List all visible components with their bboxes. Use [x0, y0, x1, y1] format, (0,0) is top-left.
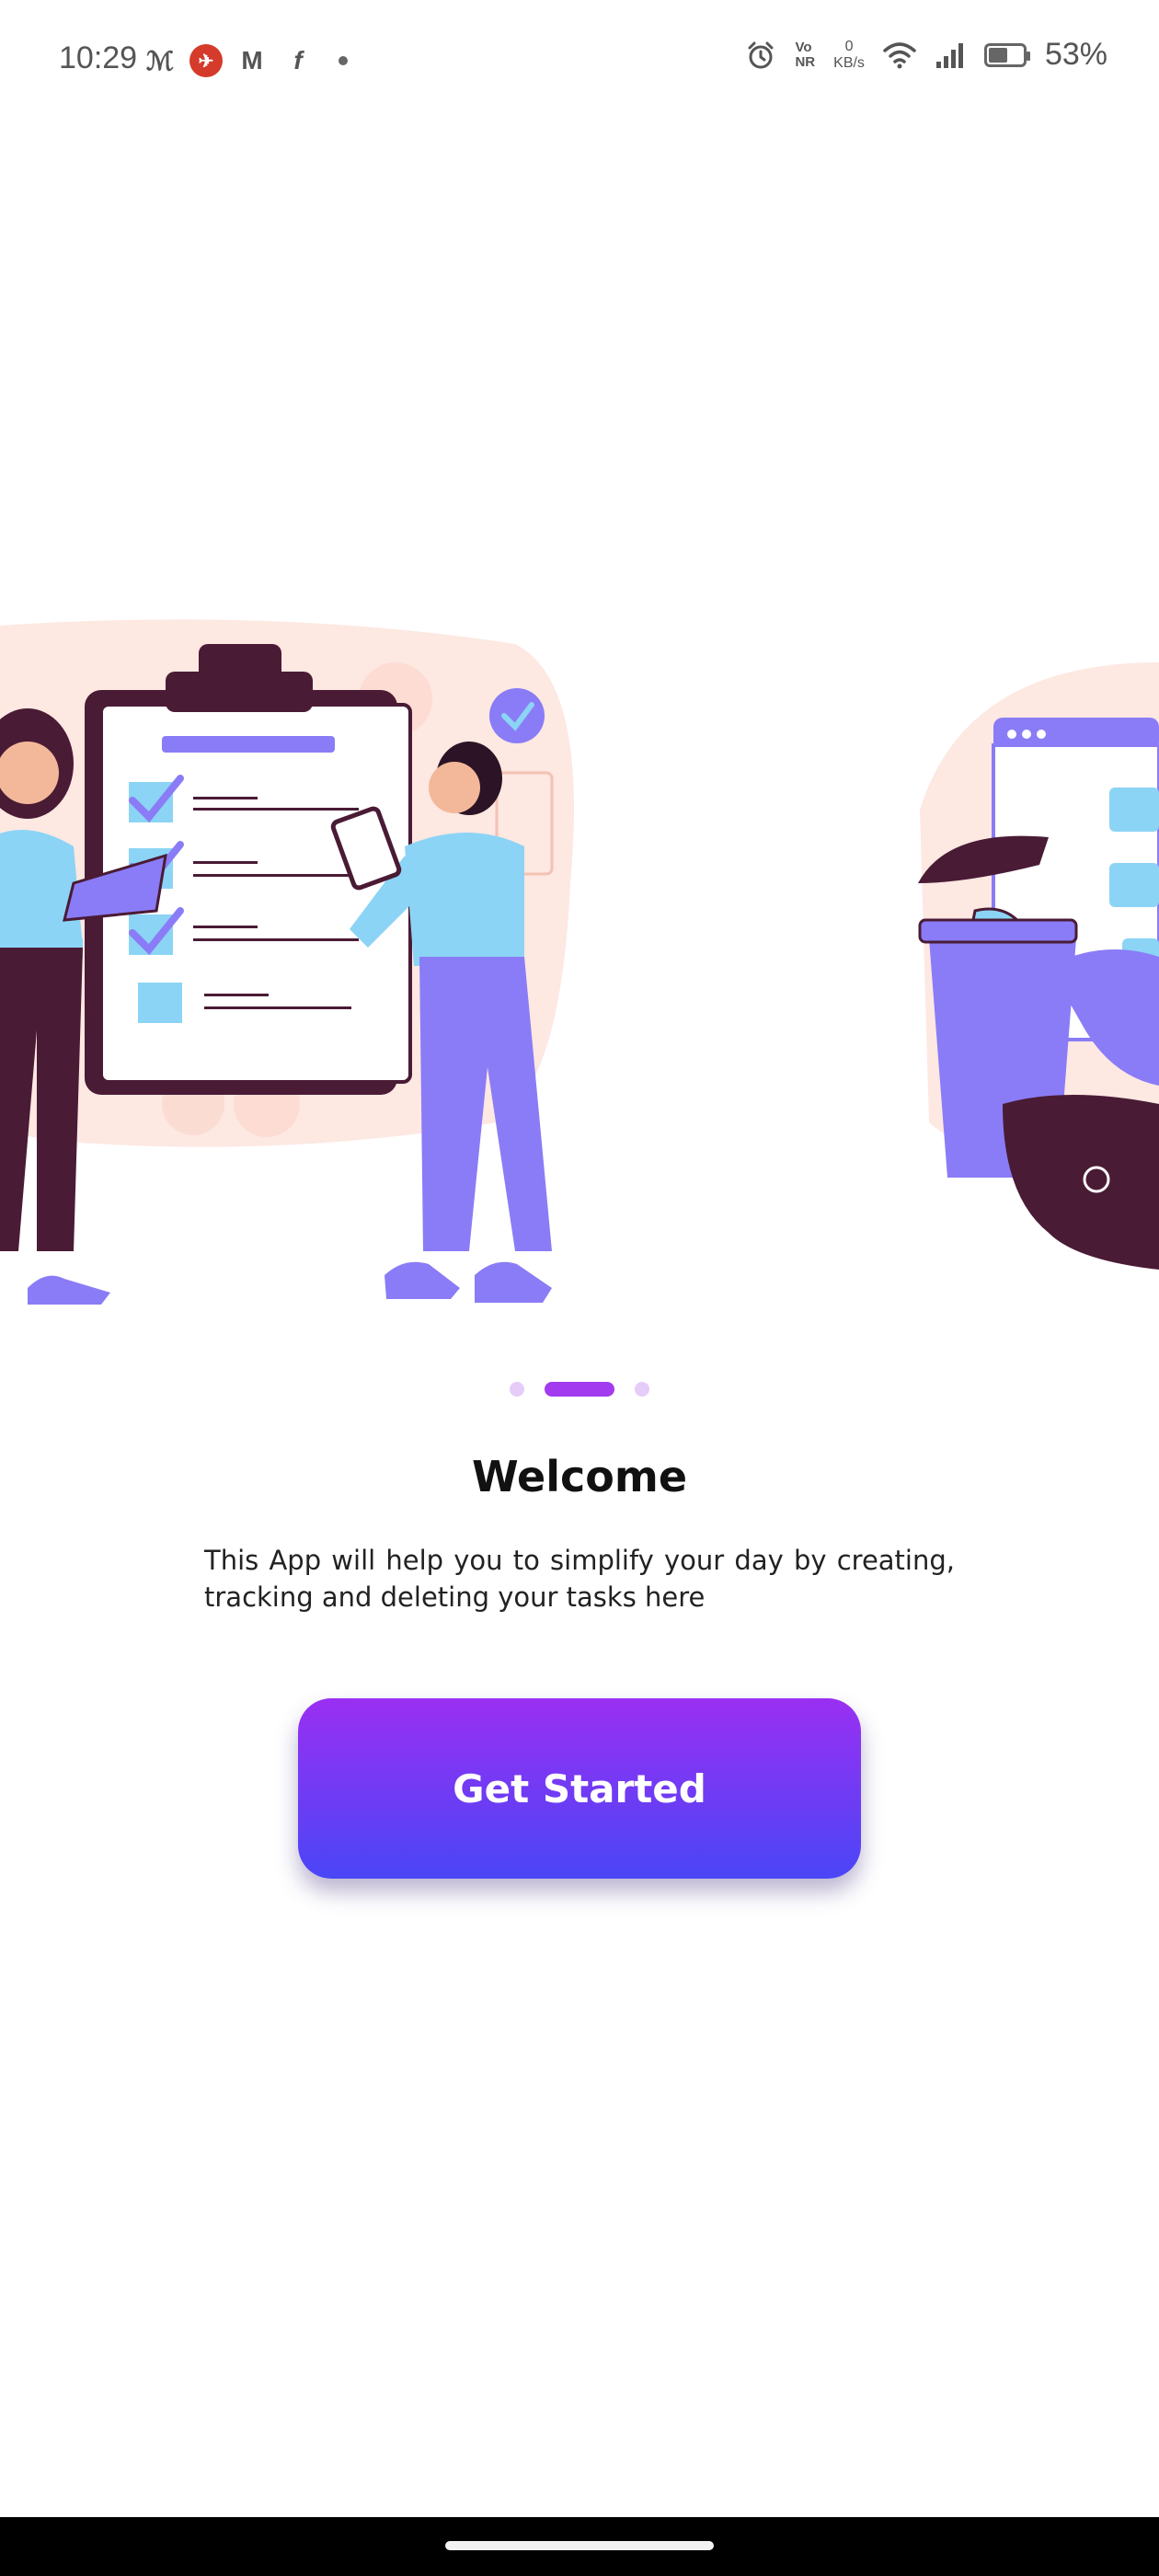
m-app-icon: M: [241, 46, 263, 75]
wifi-icon: [883, 41, 916, 68]
more-notifications-dot-icon: [339, 56, 348, 65]
battery-icon: [983, 42, 1030, 67]
status-time: 10:29: [59, 40, 138, 75]
page-dot-3[interactable]: [635, 1382, 649, 1397]
flipkart-icon: f: [293, 46, 303, 75]
home-gesture-handle[interactable]: [445, 2541, 714, 2550]
page-dot-1[interactable]: [510, 1382, 524, 1397]
next-slide-preview-illustration: [918, 662, 1159, 1270]
status-bar: 10:29 ℳ ✈ M f Vo NR 0 KB/s 53%: [0, 0, 1159, 129]
notification-icons: ℳ ✈ M f: [143, 44, 348, 77]
volte-indicator: Vo NR: [795, 39, 816, 70]
page-dot-2-active[interactable]: [545, 1382, 614, 1397]
status-right: Vo NR 0 KB/s 53%: [745, 37, 1107, 73]
myntra-like-icon: ℳ: [146, 46, 174, 75]
onboarding-illustration: [0, 619, 1159, 1305]
net-speed: 0 KB/s: [833, 38, 865, 71]
onboarding-title: Welcome: [471, 1452, 688, 1501]
battery-percent: 53%: [1044, 37, 1107, 72]
alarm-icon: [748, 41, 774, 68]
get-started-button[interactable]: Get Started: [298, 1698, 861, 1879]
red-app-icon: ✈: [189, 44, 223, 77]
signal-icon: [935, 42, 963, 68]
page-indicator: [0, 1382, 1159, 1397]
onboarding-description: This App will help you to simplify your …: [204, 1545, 955, 1613]
